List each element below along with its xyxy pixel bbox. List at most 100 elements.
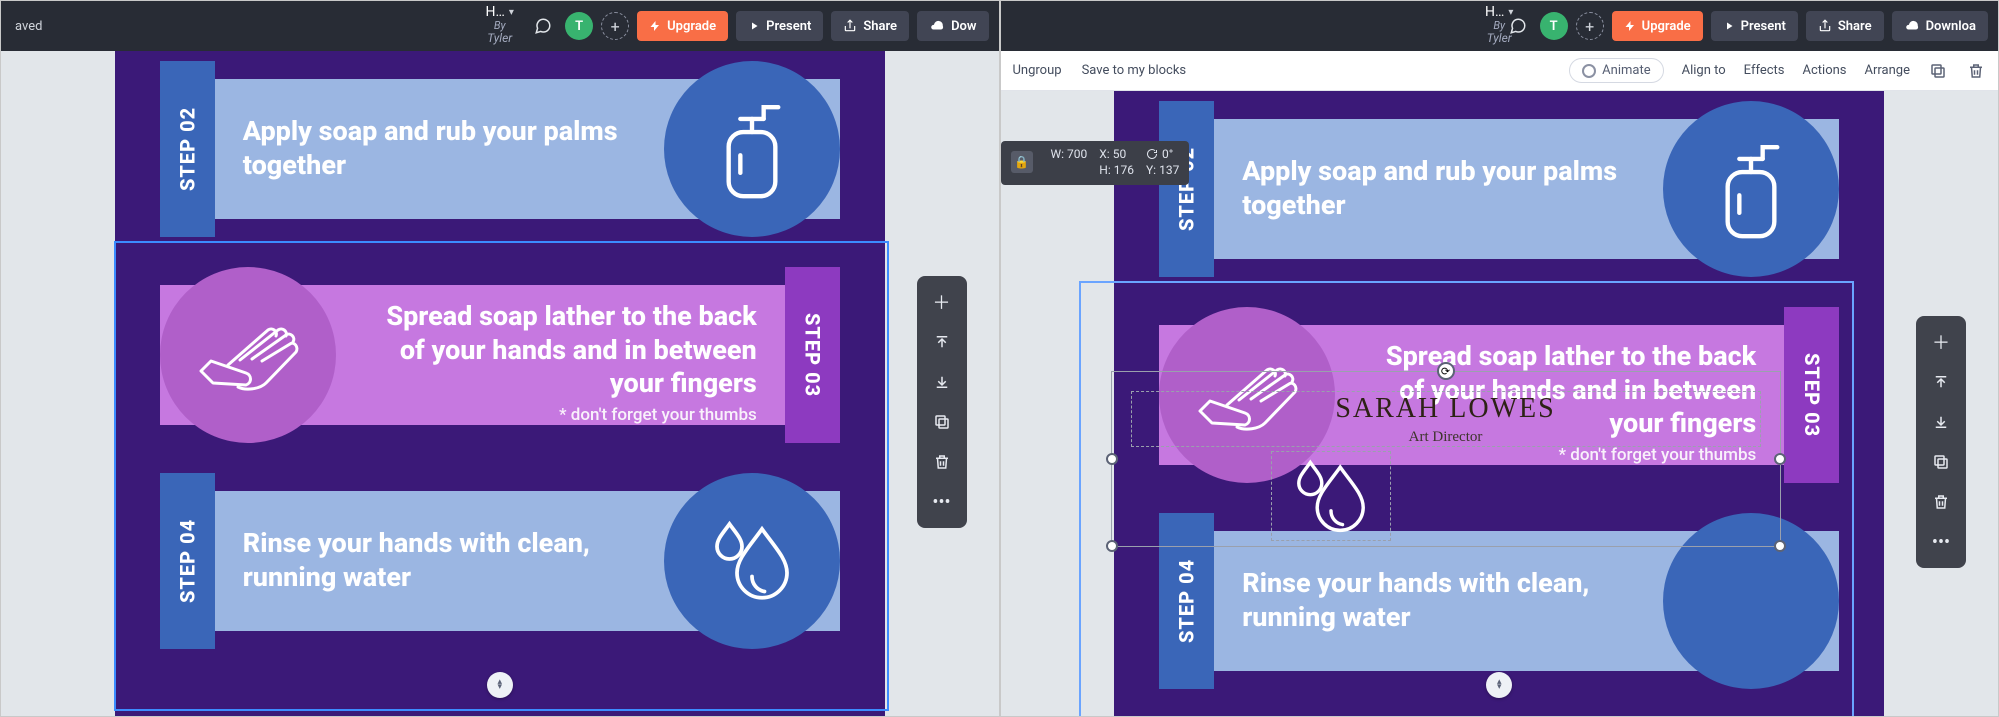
align-to-button[interactable]: Align to xyxy=(1682,63,1726,78)
step-02-tab[interactable]: STEP 02 xyxy=(160,61,215,237)
h-value: 176 xyxy=(1114,163,1134,177)
context-bar: Ungroup Save to my blocks Animate Align … xyxy=(1001,51,1999,91)
trash-icon[interactable] xyxy=(1966,61,1986,81)
soap-dispenser-icon xyxy=(1663,101,1839,277)
w-label: W: xyxy=(1051,147,1065,161)
add-below-button[interactable] xyxy=(1921,404,1961,440)
download-button[interactable]: Dow xyxy=(917,11,988,41)
present-label: Present xyxy=(766,19,811,34)
share-label: Share xyxy=(863,19,897,34)
water-drops-icon xyxy=(664,473,840,649)
step-02[interactable]: STEP 02 Apply soap and rub your palms to… xyxy=(160,61,840,237)
ungroup-button[interactable]: Ungroup xyxy=(1013,63,1062,78)
step-03[interactable]: STEP 03 Spread soap lather to the back o… xyxy=(1159,307,1839,483)
y-value: 137 xyxy=(1159,163,1179,177)
add-below-button[interactable] xyxy=(922,364,962,400)
duplicate-button[interactable] xyxy=(1921,444,1961,480)
x-value: 50 xyxy=(1113,147,1127,161)
page-resize-handle[interactable]: ▴▾ xyxy=(1486,672,1512,698)
play-icon xyxy=(1723,20,1735,32)
step-03-text: Spread soap lather to the back of your h… xyxy=(360,300,757,401)
upgrade-button[interactable]: Upgrade xyxy=(1612,11,1703,41)
step-04-tab[interactable]: STEP 04 xyxy=(1159,513,1214,689)
step-02-tab[interactable]: STEP 02 xyxy=(1159,101,1214,277)
canvas[interactable]: STEP 02 Apply soap and rub your palms to… xyxy=(1,51,999,716)
step-03-text: Spread soap lather to the back of your h… xyxy=(1359,340,1756,441)
w-value: 700 xyxy=(1067,147,1087,161)
delete-button[interactable] xyxy=(922,444,962,480)
share-icon xyxy=(1818,19,1832,33)
cloud-icon xyxy=(1904,19,1920,33)
chevron-down-icon: ▾ xyxy=(509,7,514,18)
doc-title-block[interactable]: H… ▾ By Tyler xyxy=(1485,5,1513,46)
actions-button[interactable]: Actions xyxy=(1803,63,1847,78)
chevron-down-icon: ▾ xyxy=(1508,7,1513,18)
cloud-icon xyxy=(929,19,945,33)
present-button[interactable]: Present xyxy=(736,11,823,41)
download-label: Dow xyxy=(951,19,976,34)
step-03-tab[interactable]: STEP 03 xyxy=(785,267,840,443)
arrange-button[interactable]: Arrange xyxy=(1865,63,1910,78)
step-03[interactable]: STEP 03 Spread soap lather to the back o… xyxy=(160,267,840,443)
avatar[interactable]: T xyxy=(565,12,593,40)
effects-button[interactable]: Effects xyxy=(1744,63,1785,78)
step-03-note: * don't forget your thumbs xyxy=(559,405,757,425)
upgrade-label: Upgrade xyxy=(1642,19,1691,34)
add-page-button[interactable]: ＋ xyxy=(922,284,962,320)
step-02-text: Apply soap and rub your palms together xyxy=(243,115,640,183)
step-02-text: Apply soap and rub your palms together xyxy=(1242,155,1639,223)
autosave-status: aved xyxy=(11,19,42,34)
hands-rubbing-icon xyxy=(160,267,336,443)
water-drops-icon-bg xyxy=(1663,513,1839,689)
add-above-button[interactable] xyxy=(922,324,962,360)
step-04[interactable]: STEP 04 Rinse your hands with clean, run… xyxy=(1159,513,1839,689)
author-name: Tyler xyxy=(1485,32,1513,45)
download-button[interactable]: Downloa xyxy=(1892,11,1988,41)
author-name: Tyler xyxy=(486,32,514,45)
present-label: Present xyxy=(1741,19,1786,34)
bolt-icon xyxy=(1624,20,1636,32)
upgrade-button[interactable]: Upgrade xyxy=(637,11,728,41)
share-label: Share xyxy=(1838,19,1872,34)
step-04-text: Rinse your hands with clean, running wat… xyxy=(243,527,640,595)
upgrade-label: Upgrade xyxy=(667,19,716,34)
page[interactable]: STEP 02 Apply soap and rub your palms to… xyxy=(115,51,885,716)
water-drops-moved-icon[interactable] xyxy=(1281,451,1381,543)
dimension-badge[interactable]: 🔒 W: 700 X: 50 0° H: 176 Y: 137 xyxy=(1001,141,1190,185)
add-collaborator-button[interactable]: + xyxy=(1576,12,1604,40)
h-label: H: xyxy=(1099,163,1110,177)
page[interactable]: STEP 02 Apply soap and rub your palms to… xyxy=(1114,91,1884,716)
copy-icon[interactable] xyxy=(1928,61,1948,81)
more-button[interactable]: ••• xyxy=(1921,524,1961,560)
doc-title: H… xyxy=(1485,5,1504,20)
top-bar: H… ▾ By Tyler T + Upgrade Present Share xyxy=(1001,1,1999,51)
page-resize-handle[interactable]: ▴▾ xyxy=(487,672,513,698)
soap-dispenser-icon xyxy=(664,61,840,237)
add-page-button[interactable]: ＋ xyxy=(1921,324,1961,360)
share-button[interactable]: Share xyxy=(1806,11,1884,41)
left-frame: aved H… ▾ By Tyler T + Upgrade Present xyxy=(0,0,1000,717)
delete-button[interactable] xyxy=(1921,484,1961,520)
doc-title-block[interactable]: H… ▾ By Tyler xyxy=(486,5,514,46)
comment-icon[interactable] xyxy=(529,12,557,40)
share-button[interactable]: Share xyxy=(831,11,909,41)
save-to-blocks-button[interactable]: Save to my blocks xyxy=(1082,63,1187,78)
duplicate-button[interactable] xyxy=(922,404,962,440)
share-icon xyxy=(843,19,857,33)
lock-icon[interactable]: 🔒 xyxy=(1011,151,1033,173)
avatar[interactable]: T xyxy=(1540,12,1568,40)
x-label: X: xyxy=(1099,147,1109,161)
add-collaborator-button[interactable]: + xyxy=(601,12,629,40)
animate-button[interactable]: Animate xyxy=(1569,58,1663,83)
canvas[interactable]: 🔒 W: 700 X: 50 0° H: 176 Y: 137 STEP 02 … xyxy=(1001,91,1999,716)
animate-label: Animate xyxy=(1602,63,1650,78)
step-04-text: Rinse your hands with clean, running wat… xyxy=(1242,567,1639,635)
step-02[interactable]: STEP 02 Apply soap and rub your palms to… xyxy=(1159,101,1839,277)
more-button[interactable]: ••• xyxy=(922,484,962,520)
step-04[interactable]: STEP 04 Rinse your hands with clean, run… xyxy=(160,473,840,649)
step-03-tab[interactable]: STEP 03 xyxy=(1784,307,1839,483)
present-button[interactable]: Present xyxy=(1711,11,1798,41)
add-above-button[interactable] xyxy=(1921,364,1961,400)
step-04-tab[interactable]: STEP 04 xyxy=(160,473,215,649)
step-03-note: * don't forget your thumbs xyxy=(1559,445,1757,465)
